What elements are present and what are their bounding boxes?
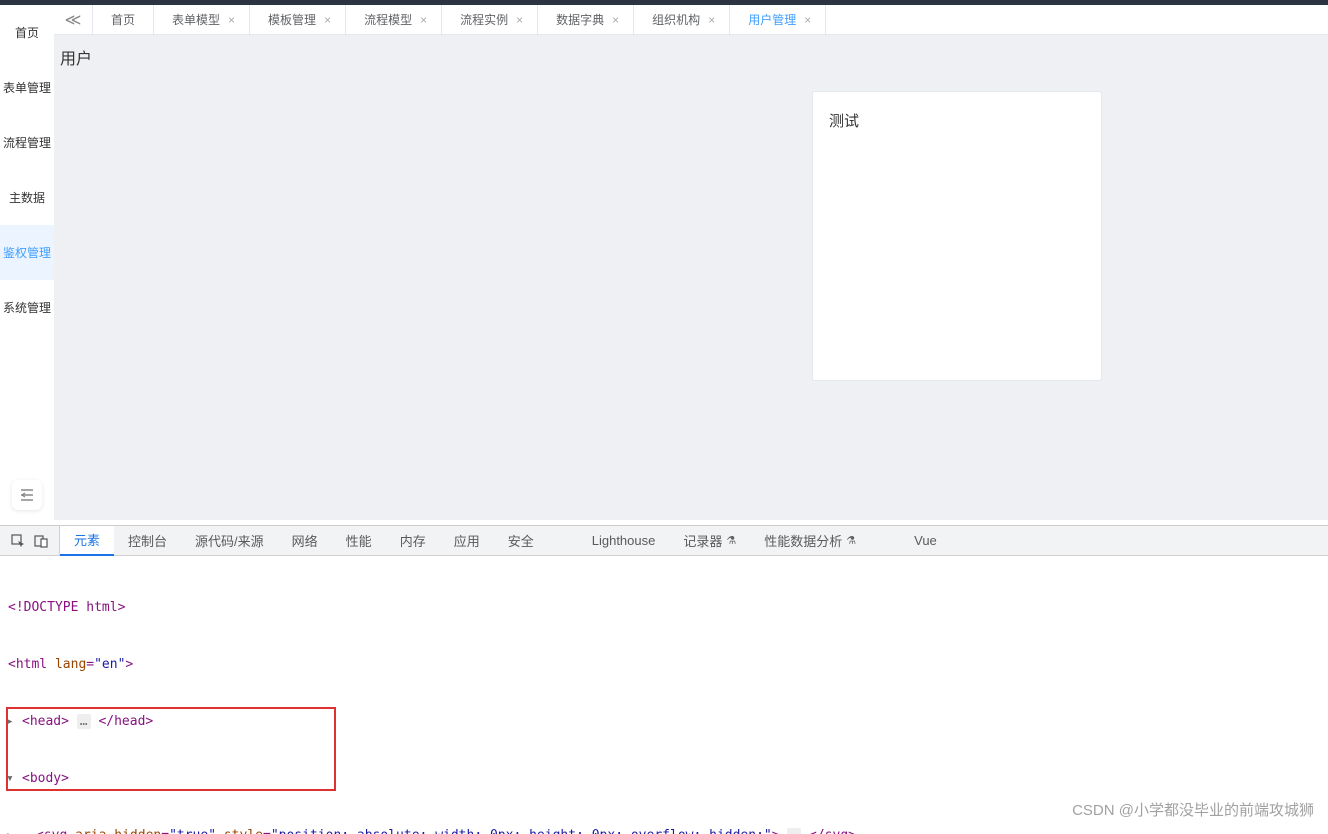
close-icon[interactable]: × [324,13,331,27]
modal-text: 测试 [829,113,859,130]
close-icon[interactable]: × [420,13,427,27]
tab-label: 内存 [400,531,426,550]
chevron-double-left-icon: ≪ [65,10,82,30]
devtools-tab-recorder[interactable]: 记录器 ⚗ [669,526,750,556]
dom-line[interactable]: ▾<body> [8,769,1320,788]
dom-line[interactable]: ▸<svg aria-hidden="true" style="position… [8,826,1320,834]
preview-badge-icon: ⚗ [846,534,856,547]
expand-icon[interactable]: ▸ [6,712,14,731]
sidebar-item-label: 系统管理 [3,299,51,316]
devtools-tab-elements[interactable]: 元素 [60,526,114,556]
expand-icon[interactable]: ▸ [6,826,14,834]
tab-label: 元素 [74,530,100,549]
close-icon[interactable]: × [708,13,715,27]
devtools-tab-security[interactable]: 安全 [494,526,548,556]
tab-label: 首页 [111,11,135,28]
devtools-tab-performance[interactable]: 性能 [332,526,386,556]
devtools-dom-tree[interactable]: <!DOCTYPE html> <html lang="en"> ▸<head>… [0,556,1328,834]
dom-line[interactable]: ▸<head> … </head> [8,712,1320,731]
close-icon[interactable]: × [804,13,811,27]
devtools-icon-group [0,526,60,555]
tab-scroll-left[interactable]: ≪ [54,5,92,35]
sidebar-item-home[interactable]: 首页 [0,5,54,60]
inspect-icon[interactable] [10,533,26,549]
tab-template[interactable]: 模板管理 × [250,5,346,35]
devtools-panel: 元素 控制台 源代码/来源 网络 性能 内存 应用 安全 Lighthouse … [0,525,1328,834]
sidebar-item-system[interactable]: 系统管理 [0,280,54,335]
tab-org[interactable]: 组织机构 × [634,5,730,35]
sidebar-item-form[interactable]: 表单管理 [0,60,54,115]
tab-label: Lighthouse [592,533,656,548]
devtools-tab-perf-insights[interactable]: 性能数据分析 ⚗ [750,526,870,556]
tab-label: 流程实例 [460,11,508,28]
devtools-tab-network[interactable]: 网络 [278,526,332,556]
devtools-tab-memory[interactable]: 内存 [386,526,440,556]
devtools-tab-console[interactable]: 控制台 [114,526,181,556]
sidebar-item-label: 首页 [15,24,39,41]
sidebar-item-label: 流程管理 [3,134,51,151]
tab-label: 组织机构 [652,11,700,28]
tab-label: 应用 [454,531,480,550]
tab-label: 用户管理 [748,11,796,28]
dom-line[interactable]: <!DOCTYPE html> [8,598,1320,617]
tab-label: 网络 [292,531,318,550]
custom-modal: 测试 [812,91,1102,381]
dom-line[interactable]: <html lang="en"> [8,655,1320,674]
tab-form-model[interactable]: 表单模型 × [154,5,250,35]
sidebar-item-master[interactable]: 主数据 [0,170,54,225]
tab-label: 流程模型 [364,11,412,28]
close-icon[interactable]: × [516,13,523,27]
sidebar-item-label: 鉴权管理 [3,244,51,261]
tab-dict[interactable]: 数据字典 × [538,5,634,35]
sidebar-item-auth[interactable]: 鉴权管理 [0,225,54,280]
collapse-icon[interactable]: ▾ [6,769,14,788]
close-icon[interactable]: × [228,13,235,27]
tab-home[interactable]: 首页 [92,5,154,35]
close-icon[interactable]: × [612,13,619,27]
tab-flow-model[interactable]: 流程模型 × [346,5,442,35]
tab-label: 表单模型 [172,11,220,28]
sidebar-item-label: 主数据 [9,189,45,206]
tab-bar: ≪ 首页 表单模型 × 模板管理 × 流程模型 × 流程实例 × 数据字典 × 组织机构 ×… [54,5,1328,35]
tab-label: 性能 [346,531,372,550]
devtools-tab-vue[interactable]: Vue [900,526,951,556]
devtools-tab-bar: 元素 控制台 源代码/来源 网络 性能 内存 应用 安全 Lighthouse … [0,526,1328,556]
sidebar-collapse-button[interactable] [12,480,42,510]
page-title: 用户 [54,35,1328,79]
devtools-tab-sources[interactable]: 源代码/来源 [181,526,278,556]
tab-label: 源代码/来源 [195,531,264,550]
tab-label: 性能数据分析 [764,531,842,550]
tab-flow-instance[interactable]: 流程实例 × [442,5,538,35]
tab-label: Vue [914,533,937,548]
devtools-tab-lighthouse[interactable]: Lighthouse [578,526,670,556]
tab-label: 控制台 [128,531,167,550]
tab-label: 数据字典 [556,11,604,28]
device-toggle-icon[interactable] [33,533,49,549]
tab-label: 模板管理 [268,11,316,28]
fold-icon [19,487,35,503]
devtools-tab-app[interactable]: 应用 [440,526,494,556]
content-area: 用户 测试 [54,35,1328,520]
sidebar-item-label: 表单管理 [3,79,51,96]
tab-user[interactable]: 用户管理 × [730,5,826,35]
tab-label: 安全 [508,531,534,550]
preview-badge-icon: ⚗ [726,534,736,547]
watermark-text: CSDN @小学都没毕业的前端攻城狮 [1072,799,1314,820]
sidebar: 首页 表单管理 流程管理 主数据 鉴权管理 系统管理 [0,5,54,520]
tab-label: 记录器 [683,531,722,550]
sidebar-item-flow[interactable]: 流程管理 [0,115,54,170]
